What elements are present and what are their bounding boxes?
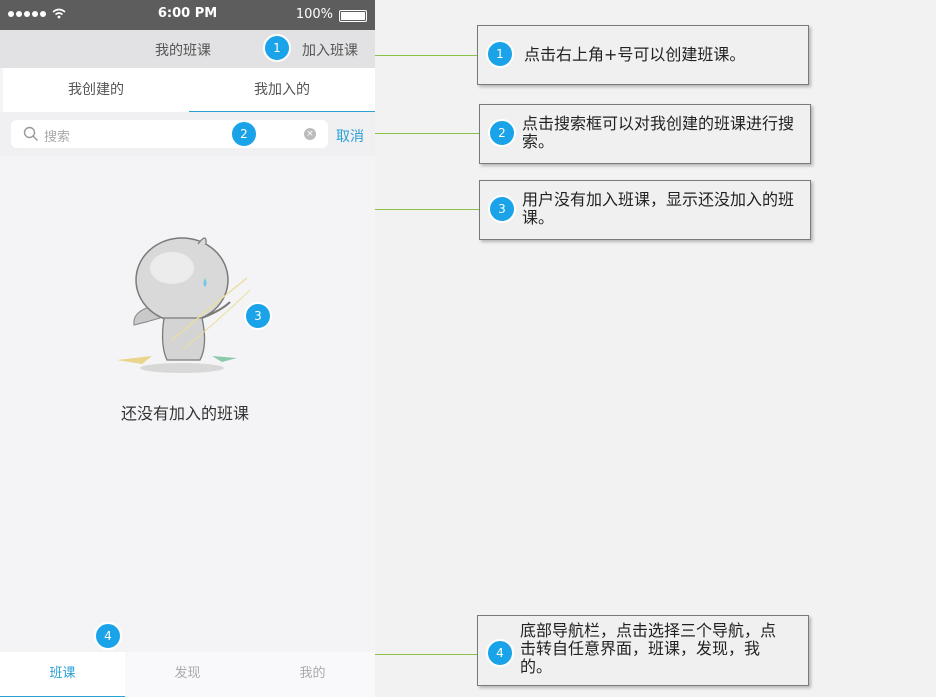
clear-icon[interactable]: × (304, 128, 316, 140)
segment-tabs: 我创建的 我加入的 (3, 68, 375, 112)
callout-badge-3: 3 (488, 195, 516, 223)
phone-screen: 6:00 PM 100% 我的班课 加入班课 我创建的 我加入的 搜索 × 取消… (0, 0, 375, 697)
callout-text-2: 点击搜索框可以对我创建的班课进行搜索。 (522, 114, 795, 151)
callout-text-4: 底部导航栏，点击选择三个导航，点击转自任意界面，班课，发现，我的。 (520, 621, 777, 676)
annotation-badge-4: 4 (94, 622, 122, 650)
callout-box-3: 3 用户没有加入班课，显示还没加入的班课。 (479, 180, 811, 240)
callout-text-3: 用户没有加入班课，显示还没加入的班课。 (522, 190, 795, 227)
callout-box-2: 2 点击搜索框可以对我创建的班课进行搜索。 (479, 104, 811, 164)
callout-badge-4: 4 (486, 639, 514, 667)
connector-line-4 (375, 654, 478, 655)
callout-badge-2: 2 (488, 119, 516, 147)
callout-box-1: 1 点击右上角+号可以创建班课。 (477, 25, 809, 85)
callout-badge-1: 1 (486, 40, 514, 68)
connector-line-3 (375, 209, 480, 210)
search-input[interactable]: 搜索 × (11, 120, 328, 148)
connector-line-1 (375, 55, 478, 56)
empty-state-text: 还没有加入的班课 (120, 404, 249, 423)
tab-created[interactable]: 我创建的 (3, 68, 189, 112)
battery-percent: 100% (295, 7, 333, 22)
tab-joined[interactable]: 我加入的 (189, 68, 375, 112)
status-bar: 6:00 PM 100% (0, 0, 375, 30)
search-icon (23, 126, 38, 141)
empty-mascot-illustration (117, 237, 251, 373)
annotation-badge-1: 1 (263, 34, 291, 62)
callout-text-1: 点击右上角+号可以创建班课。 (524, 45, 746, 64)
join-class-button[interactable]: 加入班课 (302, 40, 358, 60)
cancel-button[interactable]: 取消 (336, 126, 364, 146)
annotation-badge-2: 2 (230, 120, 258, 148)
callout-box-4: 4 底部导航栏，点击选择三个导航，点击转自任意界面，班课，发现，我的。 (477, 615, 809, 686)
navbar: 我的班课 加入班课 (0, 30, 375, 68)
annotation-badge-3: 3 (244, 302, 272, 330)
tabbar-item-discover[interactable]: 发现 (125, 652, 250, 697)
search-placeholder: 搜索 (44, 130, 71, 145)
bottom-tab-bar: 班课 发现 我的 (0, 652, 375, 697)
tabbar-item-classes[interactable]: 班课 (0, 652, 125, 697)
page-title: 我的班课 (155, 43, 211, 59)
connector-line-2 (375, 133, 480, 134)
search-bar: 搜索 × 取消 (0, 112, 375, 156)
battery-icon (339, 10, 367, 22)
tabbar-item-mine[interactable]: 我的 (250, 652, 375, 697)
